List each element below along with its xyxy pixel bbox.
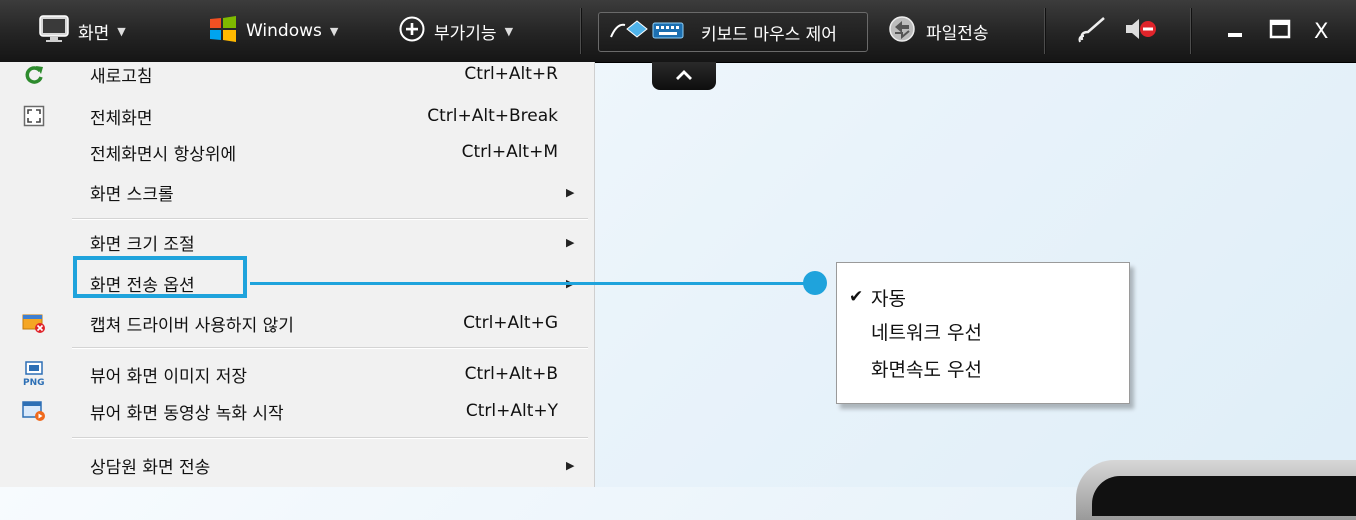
menu-item-label: 뷰어 화면 동영상 녹화 시작 <box>90 403 284 424</box>
keyboard-mouse-icon <box>609 17 695 48</box>
menu-item-disable-capture-driver[interactable]: 캡쳐 드라이버 사용하지 않기 Ctrl+Alt+G <box>0 305 594 341</box>
callout-connector-dot <box>803 271 827 295</box>
toolbar-divider <box>1044 8 1046 54</box>
file-transfer-button[interactable]: 파일전송 <box>886 0 989 62</box>
menu-item-shortcut: Ctrl+Alt+Y <box>465 401 558 421</box>
toolbar-divider <box>1190 8 1192 54</box>
maximize-button[interactable] <box>1268 0 1292 62</box>
submenu-item-speed-priority[interactable]: 화면속도 우선 <box>837 352 1127 384</box>
refresh-icon <box>22 62 46 86</box>
menu-item-shortcut: Ctrl+Alt+M <box>461 142 558 162</box>
menu-item-shortcut: Ctrl+Alt+B <box>464 364 558 384</box>
menu-item-label: 뷰어 화면 이미지 저장 <box>90 366 247 387</box>
callout-connector-line <box>250 282 812 285</box>
submenu-item-label: 자동 <box>871 287 906 310</box>
menu-item-shortcut: Ctrl+Alt+R <box>464 64 558 84</box>
submenu-item-label: 화면속도 우선 <box>871 358 982 381</box>
menu-item-screen-scroll[interactable]: 화면 스크롤 ▶ <box>0 174 594 210</box>
screen-transfer-options-submenu: ✔ 자동 네트워크 우선 화면속도 우선 <box>836 262 1130 404</box>
menu-item-agent-screen-transfer[interactable]: 상담원 화면 전송 ▶ <box>0 447 594 483</box>
chevron-up-icon <box>674 66 694 87</box>
menu-item-label: 전체화면시 항상위에 <box>90 144 237 165</box>
maximize-icon <box>1268 17 1292 46</box>
menu-item-label: 상담원 화면 전송 <box>90 457 211 478</box>
menu-item-save-viewer-image[interactable]: PNG 뷰어 화면 이미지 저장 Ctrl+Alt+B <box>0 356 594 392</box>
menu-item-label: 전체화면 <box>90 108 153 129</box>
svg-text:PNG: PNG <box>23 378 45 387</box>
chevron-down-icon: ▼ <box>329 24 339 38</box>
menu-item-shortcut: Ctrl+Alt+G <box>463 313 558 333</box>
close-icon: X <box>1314 19 1329 43</box>
submenu-arrow-icon: ▶ <box>566 458 575 472</box>
checkmark-icon: ✔ <box>849 287 864 307</box>
menu-item-start-video-recording[interactable]: 뷰어 화면 동영상 녹화 시작 Ctrl+Alt+Y <box>0 393 594 429</box>
windows-logo-icon <box>208 15 238 48</box>
menu-separator <box>72 347 588 349</box>
video-record-icon <box>22 399 46 423</box>
menu-item-label: 새로고침 <box>90 66 153 87</box>
top-toolbar: 화면 ▼ Windows ▼ 부가기능 ▼ 키보드 마우스 제어 파일전송 X <box>0 0 1356 63</box>
draw-tool-button[interactable] <box>1076 0 1110 62</box>
file-transfer-label: 파일전송 <box>926 23 989 44</box>
capture-driver-icon <box>22 311 46 335</box>
device-screen <box>1092 476 1356 516</box>
addon-menu-button[interactable]: 부가기능 ▼ <box>398 0 513 62</box>
menu-item-label: 화면 스크롤 <box>90 184 174 205</box>
png-save-icon: PNG <box>22 361 46 387</box>
menu-item-fullscreen[interactable]: 전체화면 Ctrl+Alt+Break <box>0 98 594 134</box>
fullscreen-icon <box>22 104 46 128</box>
collapse-toolbar-tab[interactable] <box>652 62 716 90</box>
submenu-item-network-priority[interactable]: 네트워크 우선 <box>837 315 1127 347</box>
submenu-item-auto[interactable]: ✔ 자동 <box>837 281 1127 313</box>
minimize-button[interactable] <box>1224 0 1246 62</box>
minimize-icon <box>1224 18 1246 45</box>
chevron-down-icon: ▼ <box>504 24 514 38</box>
submenu-item-label: 네트워크 우선 <box>871 321 982 344</box>
menu-item-highlight-box <box>73 256 247 298</box>
submenu-arrow-icon: ▶ <box>566 185 575 199</box>
screen-menu-label: 화면 <box>78 23 110 44</box>
menu-item-screen-resize[interactable]: 화면 크기 조절 ▶ <box>0 224 594 260</box>
menu-item-fullscreen-always-on-top[interactable]: 전체화면시 항상위에 Ctrl+Alt+M <box>0 134 594 170</box>
sound-mute-button[interactable] <box>1124 0 1158 62</box>
menu-separator <box>72 437 588 439</box>
toolbar-divider <box>580 8 582 54</box>
close-button[interactable]: X <box>1314 0 1328 62</box>
monitor-icon <box>38 14 70 49</box>
menu-item-refresh[interactable]: 새로고침 Ctrl+Alt+R <box>0 56 594 92</box>
menu-separator <box>72 218 588 220</box>
screen-menu-button[interactable]: 화면 ▼ <box>38 0 126 62</box>
menu-item-label: 캡쳐 드라이버 사용하지 않기 <box>90 315 294 336</box>
keyboard-mouse-control-button[interactable]: 키보드 마우스 제어 <box>598 12 868 52</box>
file-transfer-icon <box>886 14 918 49</box>
windows-menu-button[interactable]: Windows ▼ <box>208 0 338 62</box>
keyboard-mouse-control-label: 키보드 마우스 제어 <box>701 24 837 45</box>
addon-menu-label: 부가기능 <box>434 23 497 44</box>
menu-item-label: 화면 크기 조절 <box>90 234 195 255</box>
chevron-down-icon: ▼ <box>117 24 126 38</box>
menu-item-shortcut: Ctrl+Alt+Break <box>427 106 558 126</box>
speaker-muted-icon <box>1124 16 1158 47</box>
windows-menu-label: Windows <box>246 21 322 41</box>
submenu-arrow-icon: ▶ <box>566 235 575 249</box>
pen-icon <box>1076 14 1110 49</box>
plus-circle-icon <box>398 15 426 48</box>
